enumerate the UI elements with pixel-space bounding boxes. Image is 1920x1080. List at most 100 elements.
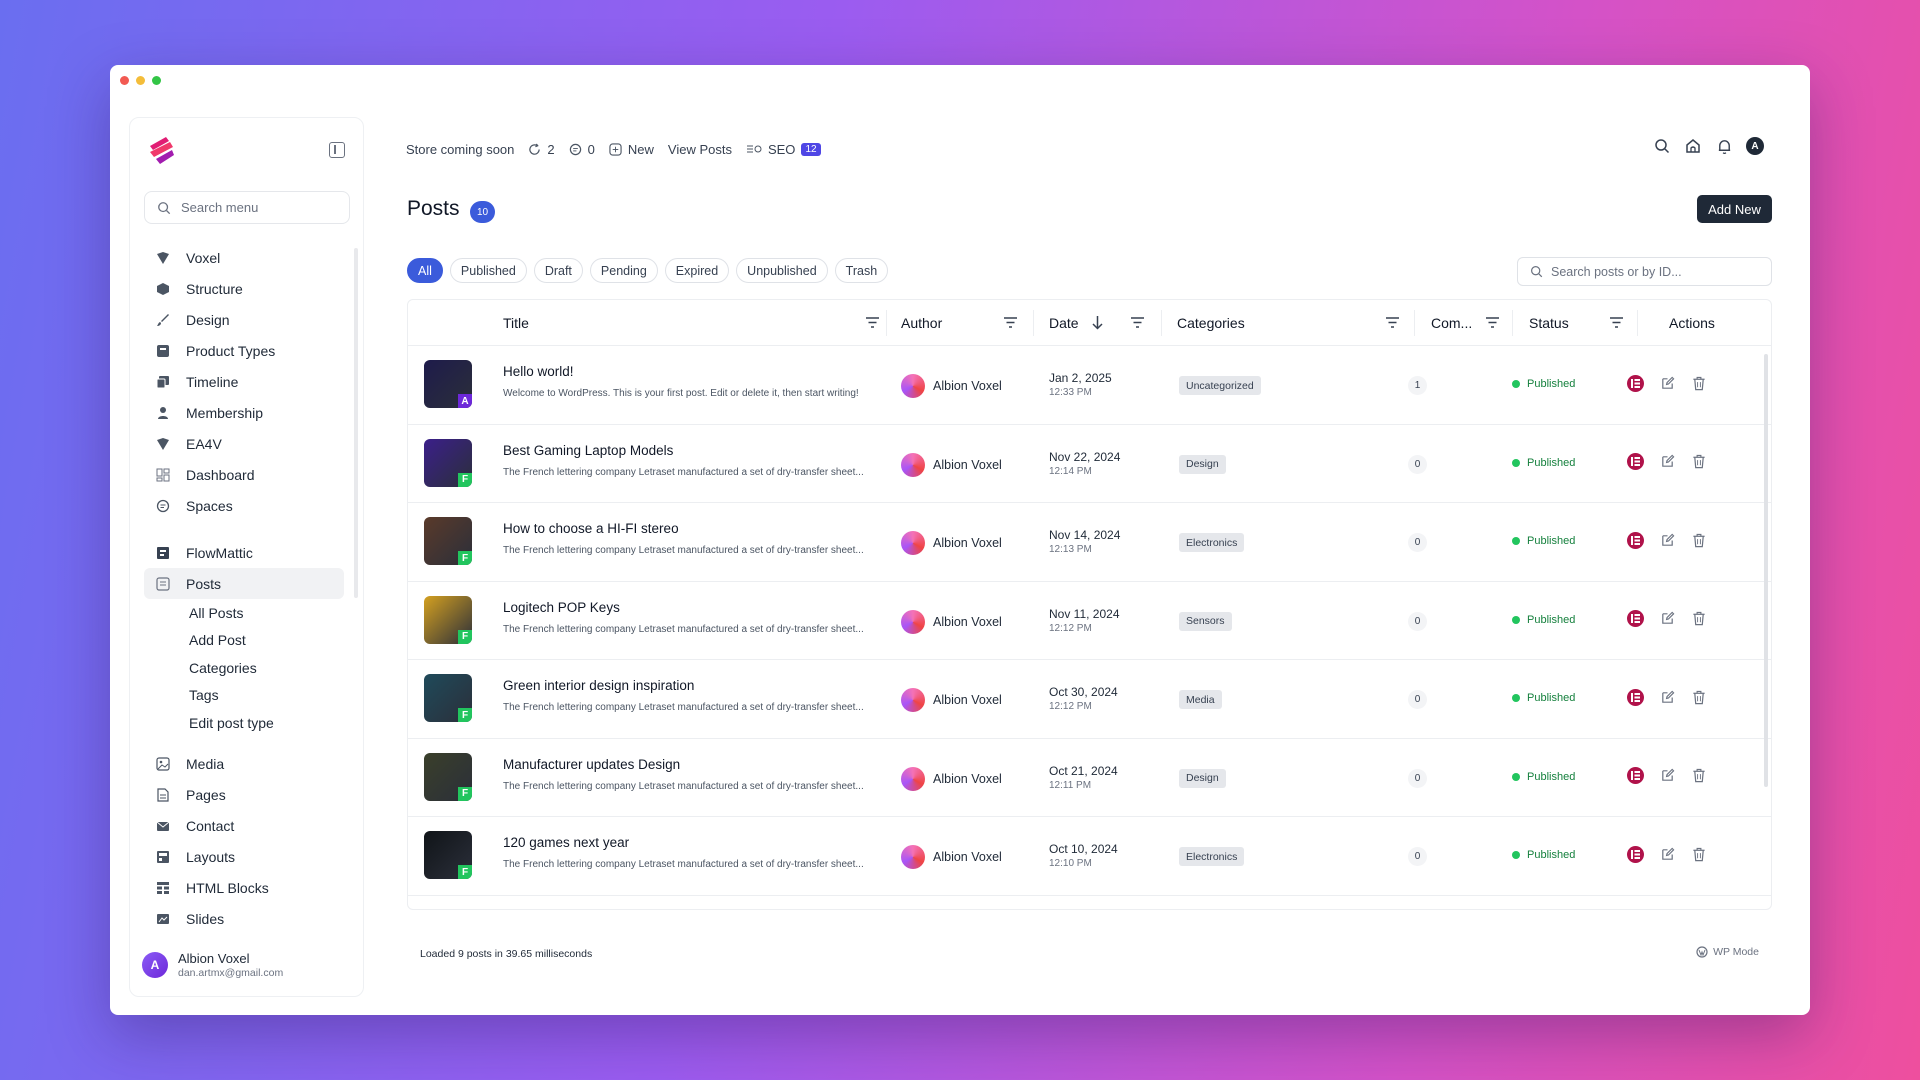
- sidebar-item-design[interactable]: Design: [144, 304, 344, 335]
- sidebar-subitem-add-post[interactable]: Add Post: [144, 627, 344, 655]
- sidebar-item-contact[interactable]: Contact: [144, 811, 344, 842]
- filter-all[interactable]: All: [407, 258, 443, 283]
- table-row[interactable]: F Green interior design inspiration The …: [408, 660, 1771, 739]
- table-scrollbar[interactable]: [1764, 354, 1768, 787]
- post-thumbnail[interactable]: F: [424, 674, 472, 722]
- sort-down-icon[interactable]: [1090, 315, 1105, 330]
- column-comments[interactable]: Com...: [1431, 300, 1472, 346]
- post-thumbnail[interactable]: F: [424, 752, 472, 801]
- post-title[interactable]: Hello world!: [503, 364, 574, 379]
- sidebar-collapse-icon[interactable]: [329, 142, 345, 158]
- sidebar-subitem-categories[interactable]: Categories: [144, 654, 344, 682]
- post-title[interactable]: 120 games next year: [503, 835, 629, 850]
- minimize-window-button[interactable]: [136, 76, 145, 85]
- sidebar-item-media[interactable]: Media: [144, 749, 344, 780]
- comment-count[interactable]: 0: [1408, 533, 1427, 552]
- post-author[interactable]: Albion Voxel: [901, 766, 1002, 791]
- edit-icon[interactable]: [1658, 688, 1676, 706]
- sidebar-item-layouts[interactable]: Layouts: [144, 842, 344, 873]
- post-author[interactable]: Albion Voxel: [901, 531, 1002, 555]
- sidebar-item-voxel[interactable]: Voxel: [144, 242, 344, 273]
- trash-icon[interactable]: [1690, 688, 1708, 706]
- post-title[interactable]: How to choose a HI-FI stereo: [503, 521, 679, 536]
- comment-count[interactable]: 0: [1408, 690, 1427, 709]
- sidebar-item-timeline[interactable]: Timeline: [144, 366, 344, 397]
- post-thumbnail[interactable]: F: [424, 438, 472, 487]
- elementor-edit-icon[interactable]: [1626, 453, 1644, 471]
- comment-count[interactable]: 0: [1408, 847, 1427, 866]
- sidebar-item-slides[interactable]: Slides: [144, 904, 344, 935]
- trash-icon[interactable]: [1690, 453, 1708, 471]
- table-row[interactable]: F Manufacturer updates Design The French…: [408, 739, 1771, 817]
- account-avatar[interactable]: A: [1746, 137, 1764, 155]
- filter-icon[interactable]: [1130, 315, 1145, 330]
- comment-count[interactable]: 1: [1408, 376, 1427, 395]
- post-author[interactable]: Albion Voxel: [901, 374, 1002, 398]
- trash-icon[interactable]: [1690, 610, 1708, 628]
- category-badge[interactable]: Electronics: [1179, 847, 1245, 866]
- filter-icon[interactable]: [1485, 315, 1500, 330]
- column-date[interactable]: Date: [1049, 300, 1079, 346]
- edit-icon[interactable]: [1658, 453, 1676, 471]
- column-categories[interactable]: Categories: [1177, 300, 1245, 346]
- new-link[interactable]: New: [609, 142, 654, 157]
- view-posts-link[interactable]: View Posts: [668, 142, 732, 157]
- sidebar-subitem-all-posts[interactable]: All Posts: [144, 599, 344, 627]
- maximize-window-button[interactable]: [152, 76, 161, 85]
- sidebar-item-membership[interactable]: Membership: [144, 397, 344, 428]
- search-icon[interactable]: [1653, 137, 1671, 155]
- category-badge[interactable]: Media: [1179, 690, 1222, 709]
- column-author[interactable]: Author: [901, 300, 942, 346]
- wp-mode-link[interactable]: WP Mode: [1696, 946, 1759, 958]
- post-thumbnail[interactable]: F: [424, 595, 472, 644]
- post-author[interactable]: Albion Voxel: [901, 609, 1002, 634]
- post-title[interactable]: Best Gaming Laptop Models: [503, 443, 673, 458]
- table-row[interactable]: F Best Gaming Laptop Models The French l…: [408, 425, 1771, 503]
- elementor-edit-icon[interactable]: [1626, 767, 1644, 785]
- trash-icon[interactable]: [1690, 374, 1708, 392]
- close-window-button[interactable]: [120, 76, 129, 85]
- comment-count[interactable]: 0: [1408, 611, 1427, 631]
- elementor-edit-icon[interactable]: [1626, 531, 1644, 549]
- post-title[interactable]: Green interior design inspiration: [503, 678, 694, 693]
- table-row[interactable]: F Logitech POP Keys The French lettering…: [408, 582, 1771, 660]
- sidebar-search-input[interactable]: [181, 200, 331, 215]
- filter-unpublished[interactable]: Unpublished: [736, 258, 828, 283]
- filter-published[interactable]: Published: [449, 258, 527, 283]
- edit-icon[interactable]: [1658, 531, 1676, 549]
- table-row[interactable]: A Hello world! Welcome to WordPress. Thi…: [408, 346, 1771, 425]
- post-title[interactable]: Manufacturer updates Design: [503, 757, 680, 772]
- category-badge[interactable]: Uncategorized: [1179, 376, 1261, 395]
- post-thumbnail[interactable]: A: [424, 360, 472, 408]
- sidebar-item-spaces[interactable]: Spaces: [144, 490, 344, 521]
- sidebar-item-structure[interactable]: Structure: [144, 273, 344, 304]
- sidebar-user[interactable]: A Albion Voxel dan.artmx@gmail.com: [142, 951, 283, 979]
- edit-icon[interactable]: [1658, 610, 1676, 628]
- filter-icon[interactable]: [1385, 315, 1400, 330]
- comments-link[interactable]: 0: [569, 142, 595, 157]
- comment-count[interactable]: 0: [1408, 768, 1427, 788]
- posts-search-input[interactable]: [1551, 264, 1751, 279]
- sidebar-subitem-edit-post-type[interactable]: Edit post type: [144, 709, 344, 737]
- category-badge[interactable]: Design: [1179, 768, 1226, 788]
- store-status-link[interactable]: Store coming soon: [406, 142, 514, 157]
- sidebar-item-pages[interactable]: Pages: [144, 780, 344, 811]
- voxel-logo[interactable]: [144, 132, 180, 168]
- trash-icon[interactable]: [1690, 767, 1708, 785]
- table-row[interactable]: F How to choose a HI-FI stereo The Frenc…: [408, 503, 1771, 582]
- post-author[interactable]: Albion Voxel: [901, 688, 1002, 712]
- sidebar-item-ea4v[interactable]: EA4V: [144, 428, 344, 459]
- filter-draft[interactable]: Draft: [533, 258, 583, 283]
- elementor-edit-icon[interactable]: [1626, 688, 1644, 706]
- category-badge[interactable]: Electronics: [1179, 533, 1245, 552]
- filter-pending[interactable]: Pending: [589, 258, 658, 283]
- seo-link[interactable]: SEO 12: [746, 142, 821, 157]
- sidebar-item-posts[interactable]: Posts: [144, 568, 344, 599]
- elementor-edit-icon[interactable]: [1626, 845, 1644, 863]
- filter-trash[interactable]: Trash: [834, 258, 889, 283]
- edit-icon[interactable]: [1658, 374, 1676, 392]
- add-new-button[interactable]: Add New: [1697, 195, 1772, 223]
- column-status[interactable]: Status: [1529, 300, 1569, 346]
- post-author[interactable]: Albion Voxel: [901, 452, 1002, 477]
- sidebar-item-product-types[interactable]: Product Types: [144, 335, 344, 366]
